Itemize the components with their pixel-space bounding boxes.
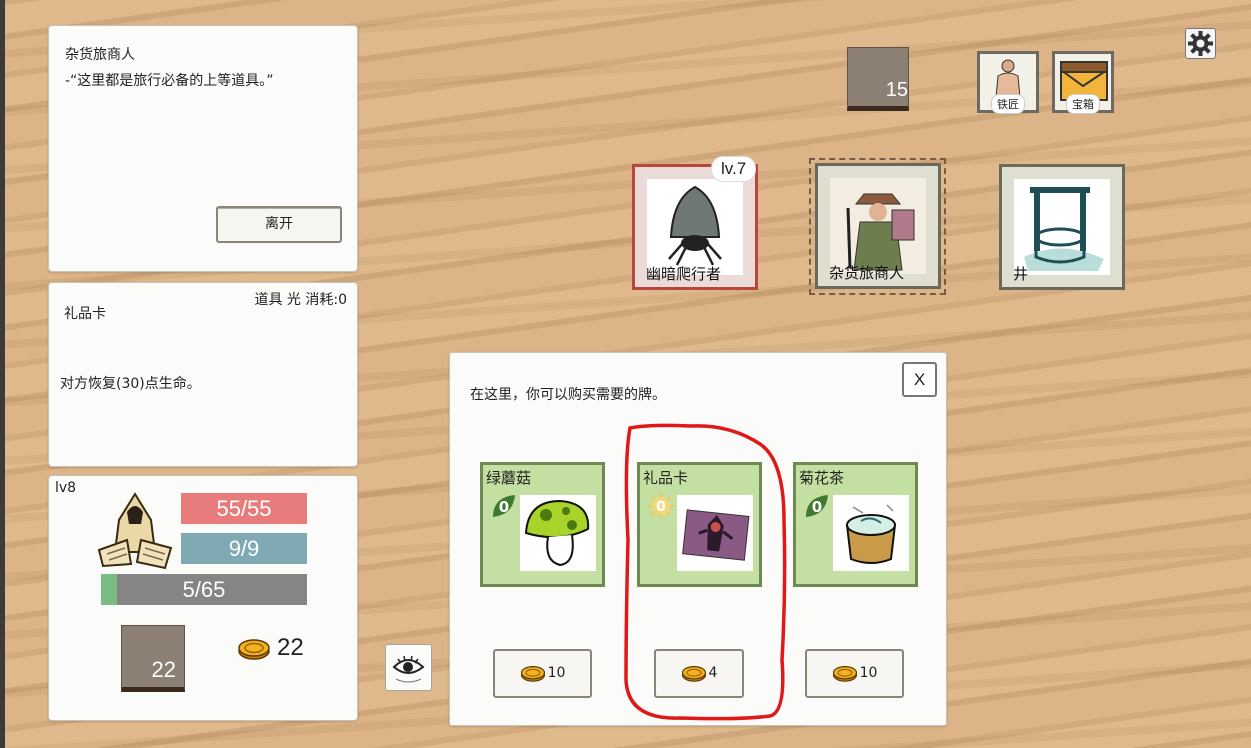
map-node-crawler[interactable]: 幽暗爬行者 [632,164,758,290]
card-name: 礼品卡 [64,306,106,322]
view-deck-button[interactable] [385,644,432,691]
gold-counter: 22 [237,634,304,662]
shop-card-cost: 0 [499,498,509,516]
leaf-cost-icon: 0 [493,495,515,517]
gear-icon [1188,31,1213,56]
coin-icon [520,665,545,682]
enemy-deck[interactable]: 15 [847,47,909,111]
xp-bar-fill [101,574,117,605]
merchant-art [846,193,915,271]
map-node-well[interactable]: 井 [999,164,1125,290]
spider-mushroom-art [668,185,722,266]
xp-bar: 5/65 [101,574,307,605]
coin-icon [238,638,270,660]
shop-card-cost: 0 [812,498,822,516]
map-node-merchant[interactable]: 杂货旅商人 [815,163,941,289]
price-label: 4 [708,665,718,681]
shop-card-title: 菊花茶 [799,469,845,487]
buy-button-gift-card[interactable]: 4 [654,649,744,698]
leave-button[interactable]: 离开 [216,206,342,243]
price-label: 10 [547,665,566,681]
sun-cost-icon: 0 [648,493,674,519]
card-description: 对方恢复(30)点生命。 [60,376,201,392]
coin-icon [681,665,706,682]
giftcard-art [682,509,750,561]
settings-button[interactable] [1185,28,1216,59]
close-shop-button[interactable]: X [902,362,937,397]
player-panel: lv8 55/55 9/9 5/65 22 22 [48,475,358,721]
chest-label: 宝箱 [1066,94,1100,114]
chest-button[interactable]: 宝箱 [1052,51,1114,114]
shop-card-chrysanthemum-tea[interactable]: 菊花茶 0 [793,462,918,587]
shop-panel: 在这里，你可以购买需要的牌。 X 绿蘑菇 0 礼品卡 0 菊花茶 0 10 4 … [449,352,947,726]
card-info-panel: 道具 光 消耗:0 礼品卡 对方恢复(30)点生命。 [48,282,358,467]
enemy-deck-count: 15 [885,79,908,101]
player-deck[interactable]: 22 [121,625,185,692]
shop-hint: 在这里，你可以购买需要的牌。 [470,387,666,403]
xp-text: 5/65 [182,577,226,602]
buy-button-chrysanthemum-tea[interactable]: 10 [805,649,904,698]
dialog-line: -“这里都是旅行必备的上等道具。” [65,73,274,89]
mushroom-art [524,499,590,567]
shop-card-green-mushroom[interactable]: 绿蘑菇 0 [480,462,605,587]
merchant-name: 杂货旅商人 [829,264,905,282]
coin-icon [832,665,857,682]
blacksmith-label: 铁匠 [991,94,1025,114]
crawler-art-frame [647,179,743,275]
crawler-name: 幽暗爬行者 [646,265,722,283]
price-label: 10 [859,665,878,681]
eye-icon [392,655,425,683]
hooded-mage-avatar [97,492,173,570]
player-level: lv8 [55,480,77,496]
buy-button-green-mushroom[interactable]: 10 [493,649,592,698]
dialog-panel: 杂货旅商人 -“这里都是旅行必备的上等道具。” 离开 [48,25,358,272]
dialog-speaker: 杂货旅商人 [65,47,135,63]
blacksmith-button[interactable]: 铁匠 [977,51,1039,114]
shop-card-title: 礼品卡 [643,469,689,487]
well-art [1024,187,1104,271]
shop-card-art-frame [520,495,596,571]
leaf-cost-icon: 0 [806,495,828,517]
merchant-art-frame [830,178,926,274]
left-edge-strip [0,0,5,748]
well-art-frame [1014,179,1110,275]
tea-art [845,504,897,564]
shop-card-gift-card[interactable]: 礼品卡 0 [637,462,762,587]
well-name: 井 [1013,265,1029,283]
card-tags: 道具 光 消耗:0 [254,292,347,308]
player-deck-count: 22 [151,657,176,682]
crawler-level-badge: lv.7 [711,156,757,182]
mp-bar: 9/9 [181,533,307,564]
shop-card-title: 绿蘑菇 [486,469,532,487]
gold-amount: 22 [277,634,304,661]
shop-card-cost: 0 [656,499,666,515]
shop-card-art-frame [833,495,909,571]
hp-bar: 55/55 [181,493,307,524]
shop-card-art-frame [677,495,753,571]
